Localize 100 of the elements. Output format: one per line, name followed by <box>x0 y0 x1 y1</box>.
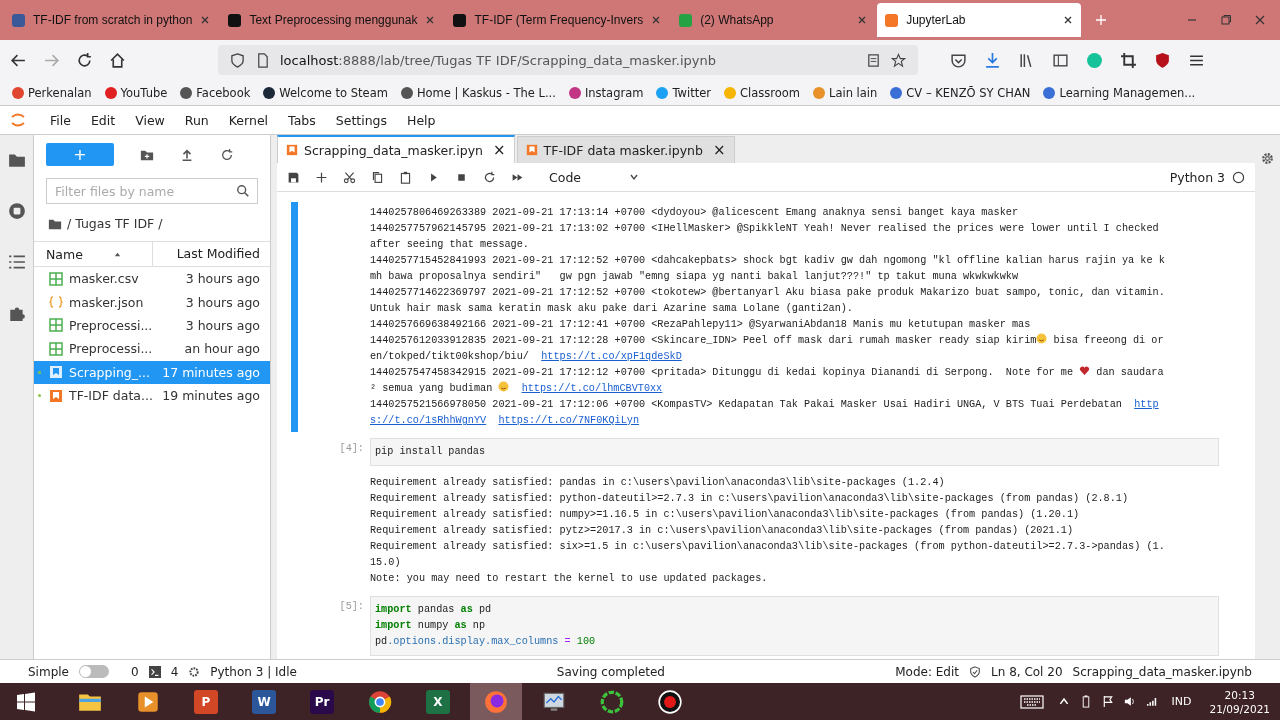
browser-tab[interactable]: Text Preprocessing menggunak <box>220 4 444 36</box>
cursor-position[interactable]: Ln 8, Col 20 <box>991 664 1063 679</box>
output-line: 1440257547458342915 2021-09-21 17:12:12 +0700 <pritada> Ditunggu di kedai kopinya Dianandi di Serpong. Note for me dan saudara <box>370 365 1165 380</box>
restart-icon[interactable] <box>483 170 496 184</box>
bookmark[interactable]: Learning Managemen... <box>1043 85 1196 100</box>
search-icon <box>236 184 250 198</box>
json-icon <box>49 295 63 310</box>
filter-field[interactable]: Filter files by name <box>46 178 258 204</box>
save-icon[interactable] <box>287 170 300 184</box>
taskbar-app[interactable]: Pr <box>296 683 348 720</box>
code-line: pd.options.display.max_columns = 100 <box>375 635 597 649</box>
file-list-row[interactable]: masker.csv 3 hours ago <box>34 267 270 291</box>
bookmark[interactable]: Home | Kaskus - The L... <box>400 85 556 100</box>
keyboard-icon[interactable] <box>1019 693 1044 710</box>
folder-icon[interactable] <box>7 151 26 169</box>
file-list-row[interactable]: masker.json 3 hours ago <box>34 290 270 314</box>
bookmark[interactable]: CV – KENZŌ SY CHAN <box>890 85 1031 100</box>
close-button[interactable]: × <box>713 141 726 159</box>
input-language[interactable]: IND <box>1171 695 1192 708</box>
menu-item[interactable]: View <box>135 112 165 128</box>
browser-tab[interactable]: TF-IDF from scratch in python <box>4 4 219 36</box>
address-bar[interactable]: localhost:8888/lab/tree/Tugas TF IDF/Scrapping_data_masker.ipynb <box>218 45 918 75</box>
code-cell-input[interactable]: import pandas as pd import numpy as np pd.options.display.max_columns = 100 <box>370 596 1219 656</box>
output-line: 1440257521566978050 2021-09-21 17:12:06 +0700 <KompasTV> Kedapatan Tak Pakai Masker Usai Hadiri UNGA, V BTS Tuai Perdebatan http <box>370 398 1160 412</box>
bookmark[interactable]: Perkenalan <box>12 85 92 100</box>
notebook-tab[interactable]: Scrapping_data_masker.ipyn × <box>277 135 515 163</box>
file-name: Scrapping_data_masker.ipynb <box>1072 664 1252 679</box>
close-button[interactable]: × <box>493 141 506 159</box>
paste-icon[interactable] <box>399 170 412 184</box>
menu-item[interactable]: File <box>50 112 71 128</box>
code-cell-input[interactable]: pip install pandas <box>370 438 1219 466</box>
browser-tab[interactable]: (2) WhatsApp <box>671 4 876 36</box>
output-line: ² semua yang budiman https://t.co/lhmCBVT0xx <box>370 381 664 396</box>
file-list-row[interactable]: Preprocessi... 3 hours ago <box>34 313 270 338</box>
menu-item[interactable]: Edit <box>90 112 116 128</box>
cut-icon[interactable] <box>343 170 356 184</box>
taskbar-app[interactable]: P <box>180 683 232 720</box>
settings-icon[interactable] <box>1260 151 1275 166</box>
signal-icon[interactable] <box>1145 695 1158 708</box>
column-header[interactable]: Name <box>34 242 153 266</box>
home-icon[interactable] <box>109 51 126 69</box>
output-line: Requirement already satisfied: six>=1.5 in c:\users\pavilion\anaconda3\lib\site-packages (from python-dateutil>=2.7.3->pandas) (1. <box>370 540 1166 554</box>
breadcrumb-path[interactable]: / Tugas TF IDF / <box>67 216 163 231</box>
speaker-icon[interactable] <box>1123 695 1136 708</box>
kernel-name[interactable]: Python 3 <box>1169 169 1225 185</box>
clock[interactable]: 20:13 21/09/2021 <box>1209 687 1270 716</box>
bookmark[interactable]: Twitter <box>656 85 711 100</box>
menu-item[interactable]: Kernel <box>228 112 269 128</box>
flag-icon[interactable] <box>1101 695 1114 708</box>
menu-item[interactable]: Run <box>184 112 209 128</box>
copy-icon[interactable] <box>371 170 384 184</box>
restore-icon[interactable] <box>1220 14 1232 26</box>
new-tab-icon[interactable] <box>1095 14 1108 26</box>
shield-icon[interactable] <box>1154 51 1171 69</box>
star-icon[interactable] <box>891 52 906 68</box>
file-list-row[interactable]: TF-IDF data... 19 minutes ago <box>34 383 270 408</box>
taskbar-app[interactable]: W <box>238 683 290 720</box>
reader-icon[interactable] <box>866 52 881 68</box>
cell-prompt: [4]: <box>339 443 364 454</box>
windows-start-icon[interactable] <box>16 691 36 712</box>
column-header[interactable]: Last Modified <box>153 242 270 266</box>
taskbar-app[interactable]: X <box>412 683 464 720</box>
notebook-icon <box>49 365 63 380</box>
browser-tab[interactable]: JupyterLab <box>877 3 1082 37</box>
output-line: Requirement already satisfied: pandas in c:\users\pavilion\anaconda3\lib\site-packages (1.2.4) <box>370 476 946 490</box>
download-icon[interactable] <box>984 51 1001 69</box>
stop-circle-icon[interactable] <box>7 202 26 220</box>
upload-icon[interactable] <box>180 147 194 162</box>
menu-item[interactable]: Settings <box>335 112 388 128</box>
bookmark[interactable]: Classroom <box>724 85 800 100</box>
crop-icon[interactable] <box>1120 51 1137 69</box>
output-line: 1440257757962145795 2021-09-21 17:13:02 +0700 <IHellMasker> @SpikkleNT Yeah! Never realised the prices were lower until I checked <box>370 222 1160 236</box>
bookmark[interactable]: Instagram <box>568 85 644 100</box>
output-line: 1440257714622369797 2021-09-21 17:12:52 +0700 <tokotew> @bertanyarl Aku biasa pake produk Makarizo buat sampo, tonic, dan vitamin. <box>370 286 1166 300</box>
list-icon[interactable] <box>7 253 26 271</box>
bookmark[interactable]: Welcome to Steam <box>263 85 388 100</box>
simple-mode-toggle[interactable] <box>79 665 109 678</box>
refresh-icon[interactable] <box>220 147 234 162</box>
close-icon[interactable] <box>1063 15 1074 25</box>
page-icon <box>255 52 270 68</box>
menu-item[interactable]: Help <box>407 112 436 128</box>
reload-icon[interactable] <box>76 51 93 69</box>
sidebar-icon[interactable] <box>1052 51 1069 69</box>
spreadsheet-icon <box>49 271 63 286</box>
output-line: Note: you may need to restart the kernel to use updated packages. <box>370 572 769 586</box>
terminal-count: 0 <box>131 664 139 679</box>
output-line: en/tokped/tikt00kshop/biu/ https://t.co/xpF1qdeSkD <box>370 350 683 364</box>
pocket-icon[interactable] <box>950 51 967 69</box>
bookmark[interactable]: Lain lain <box>813 85 878 100</box>
gear-icon <box>188 665 201 678</box>
cell-type-dropdown[interactable]: Code <box>549 169 639 185</box>
add-icon[interactable] <box>315 170 328 184</box>
kernel-status[interactable]: Python 3 | Idle <box>210 664 297 679</box>
menu-item[interactable]: Tabs <box>288 112 316 128</box>
terminal-icon <box>148 665 161 678</box>
bookmark[interactable]: YouTube <box>104 85 168 100</box>
notebook-tab[interactable]: TF-IDF data masker.ipynb × <box>516 136 735 163</box>
bookmark[interactable]: Facebook <box>180 85 251 100</box>
file-list-row[interactable]: Preprocessi... an hour ago <box>34 337 270 361</box>
browser-tab[interactable]: TF-IDF (Term Frequency-Invers <box>445 4 670 36</box>
